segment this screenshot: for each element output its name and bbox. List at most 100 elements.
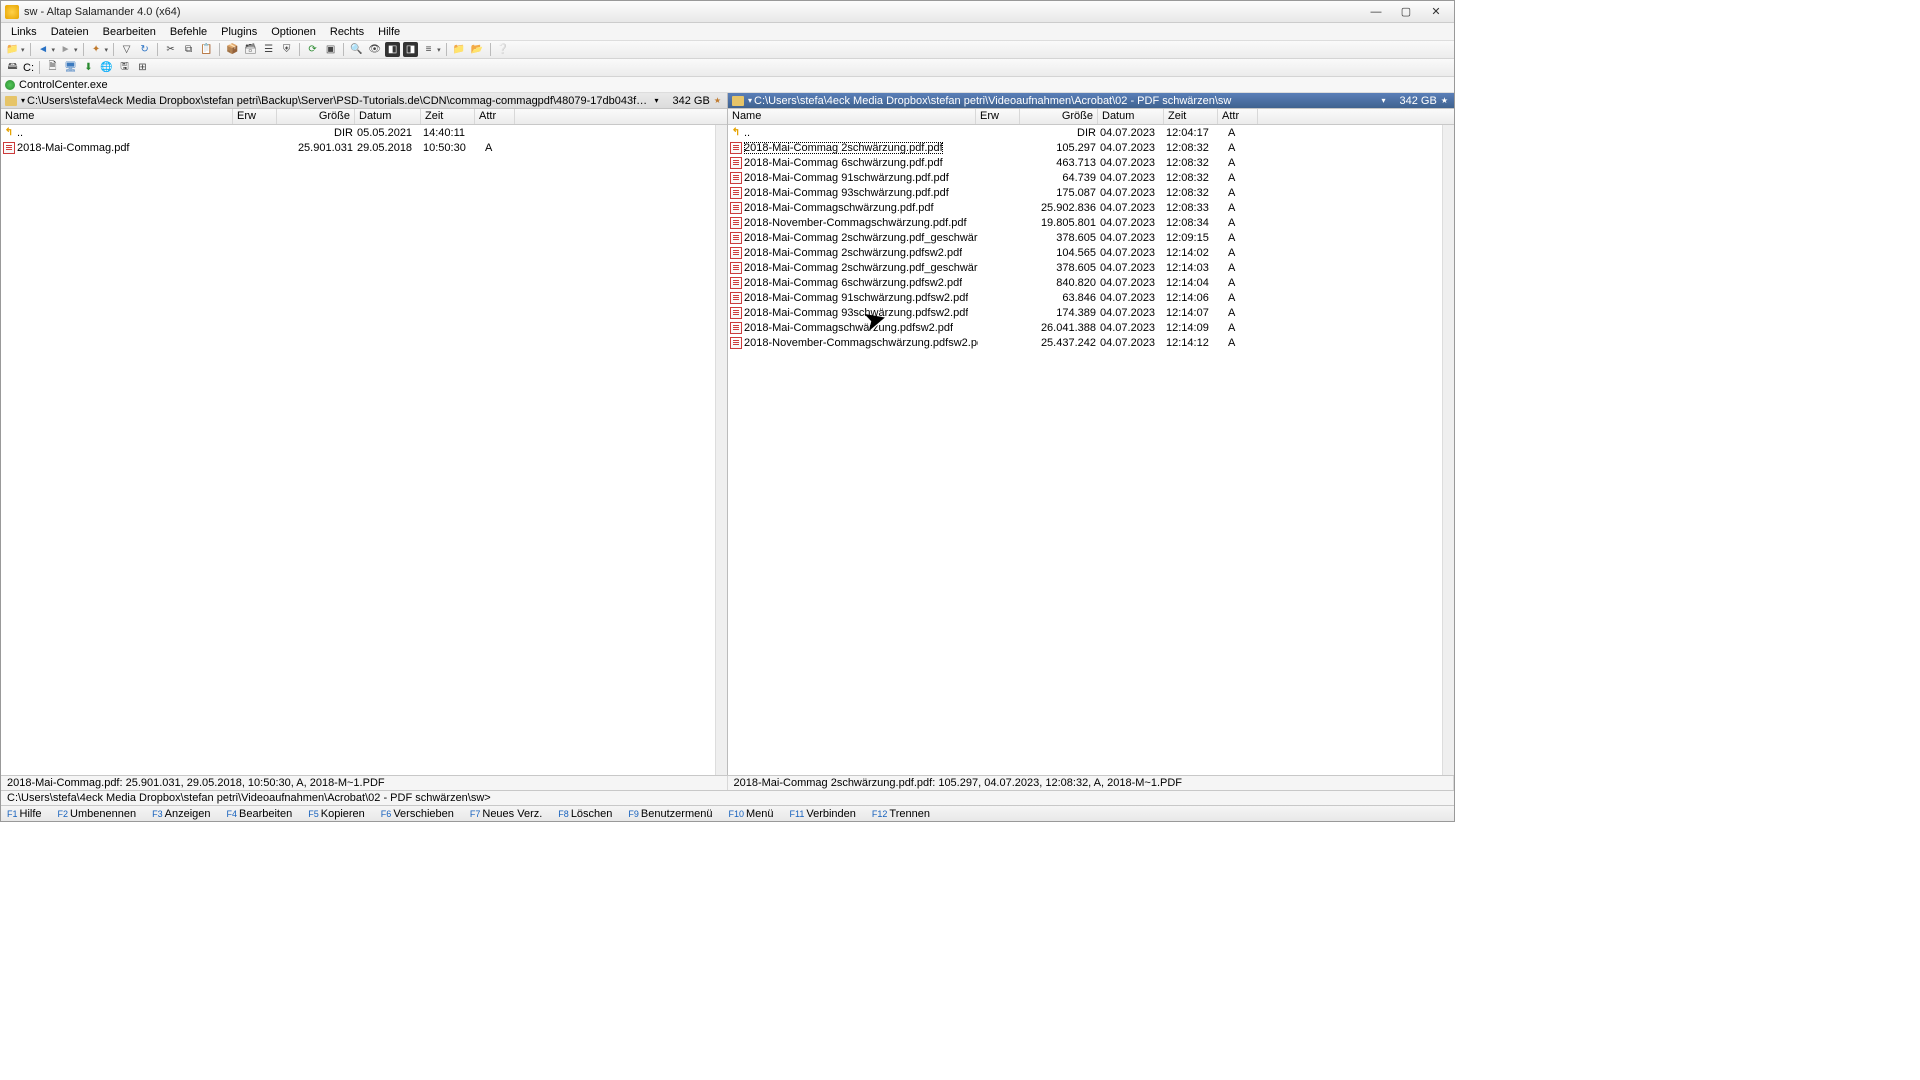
folder2-icon[interactable]: 📁 xyxy=(452,42,467,57)
file-row[interactable]: 2018-Mai-Commagschwärzung.pdf.pdf25.902.… xyxy=(728,200,1442,215)
col-attr[interactable]: Attr xyxy=(1218,109,1258,124)
terminal-icon[interactable]: ▣ xyxy=(323,42,338,57)
file-time: 14:40:11 xyxy=(423,127,477,139)
pack-icon[interactable]: 📦 xyxy=(225,42,240,57)
fkey-label: Anzeigen xyxy=(165,808,211,820)
file-row[interactable]: 2018-Mai-Commag 6schwärzung.pdf.pdf463.7… xyxy=(728,155,1442,170)
fkey-f12[interactable]: F12Trennen xyxy=(872,808,930,820)
documents-icon[interactable]: 🗎 xyxy=(45,60,60,75)
col-size[interactable]: Größe xyxy=(277,109,355,124)
view-icon[interactable]: 👁 xyxy=(367,42,382,57)
list-menu-icon[interactable]: ≡ xyxy=(421,42,436,57)
menu-befehle[interactable]: Befehle xyxy=(164,25,213,39)
drive-c-label[interactable]: C: xyxy=(23,62,34,74)
file-row[interactable]: 2018-Mai-Commag 2schwärzung.pdf_geschwär… xyxy=(728,230,1442,245)
right-path-dropdown[interactable]: ▾ xyxy=(1382,96,1386,105)
refresh-icon[interactable]: ↻ xyxy=(137,42,152,57)
col-ext[interactable]: Erw xyxy=(976,109,1020,124)
titlebar[interactable]: sw - Altap Salamander 4.0 (x64) — ▢ ✕ xyxy=(1,1,1454,23)
app-strip[interactable]: ControlCenter.exe xyxy=(1,77,1454,93)
star-icon[interactable]: ★ xyxy=(1441,96,1448,105)
cut-icon[interactable]: ✂ xyxy=(163,42,178,57)
network-icon[interactable]: 🌐 xyxy=(99,60,114,75)
col-time[interactable]: Zeit xyxy=(421,109,475,124)
file-row[interactable]: 2018-Mai-Commag 2schwärzung.pdf.pdf105.2… xyxy=(728,140,1442,155)
find-icon[interactable]: 🔍 xyxy=(349,42,364,57)
fkey-f10[interactable]: F10Menü xyxy=(728,808,773,820)
fkey-f6[interactable]: F6Verschieben xyxy=(381,808,454,820)
copy-icon[interactable]: ⧉ xyxy=(181,42,196,57)
menu-hilfe[interactable]: Hilfe xyxy=(372,25,406,39)
fkey-f5[interactable]: F5Kopieren xyxy=(308,808,365,820)
sync-icon[interactable]: ⟳ xyxy=(305,42,320,57)
left-file-area[interactable]: ↰..DIR05.05.202114:40:112018-Mai-Commag.… xyxy=(1,125,715,775)
drive-other-icon[interactable]: ⊞ xyxy=(135,60,150,75)
menu-rechts[interactable]: Rechts xyxy=(324,25,370,39)
file-row[interactable]: 2018-Mai-Commag 91schwärzung.pdfsw2.pdf6… xyxy=(728,290,1442,305)
permissions-icon[interactable]: ⛨ xyxy=(279,42,294,57)
file-row[interactable]: 2018-Mai-Commag.pdf25.901.03129.05.20181… xyxy=(1,140,715,155)
file-row[interactable]: 2018-November-Commagschwärzung.pdfsw2.pd… xyxy=(728,335,1442,350)
fkey-f2[interactable]: F2Umbenennen xyxy=(58,808,137,820)
file-row[interactable]: 2018-November-Commagschwärzung.pdf.pdf19… xyxy=(728,215,1442,230)
star-icon[interactable]: ★ xyxy=(714,96,721,105)
left-scrollbar[interactable] xyxy=(715,125,727,775)
fkey-f9[interactable]: F9Benutzermenü xyxy=(628,808,712,820)
chevron-down-icon[interactable]: ▾ xyxy=(21,96,25,105)
compare-light-icon[interactable]: ◨ xyxy=(403,42,418,57)
back-icon[interactable]: ◄ xyxy=(36,42,51,57)
file-row[interactable]: 2018-Mai-Commagschwärzung.pdfsw2.pdf26.0… xyxy=(728,320,1442,335)
col-date[interactable]: Datum xyxy=(1098,109,1164,124)
fkey-f3[interactable]: F3Anzeigen xyxy=(152,808,210,820)
file-row[interactable]: 2018-Mai-Commag 2schwärzung.pdfsw2.pdf10… xyxy=(728,245,1442,260)
menu-links[interactable]: Links xyxy=(5,25,43,39)
col-time[interactable]: Zeit xyxy=(1164,109,1218,124)
file-row[interactable]: 2018-Mai-Commag 93schwärzung.pdfsw2.pdf1… xyxy=(728,305,1442,320)
col-name[interactable]: Name xyxy=(728,109,976,124)
compare-dark-icon[interactable]: ◧ xyxy=(385,42,400,57)
folder-new-icon[interactable]: 📂 xyxy=(470,42,485,57)
fkey-f1[interactable]: F1Hilfe xyxy=(7,808,42,820)
updir-row[interactable]: ↰..DIR05.05.202114:40:11 xyxy=(1,125,715,140)
forward-icon[interactable]: ► xyxy=(58,42,73,57)
fkey-f8[interactable]: F8Löschen xyxy=(558,808,612,820)
menu-dateien[interactable]: Dateien xyxy=(45,25,95,39)
minimize-button[interactable]: — xyxy=(1362,4,1390,20)
hotpath-icon[interactable]: ✦ xyxy=(89,42,104,57)
drive-usb-icon[interactable]: 🖫 xyxy=(117,60,132,75)
col-ext[interactable]: Erw xyxy=(233,109,277,124)
folder-open-icon[interactable]: 📁 xyxy=(5,42,20,57)
close-button[interactable]: ✕ xyxy=(1422,4,1450,20)
updir-row[interactable]: ↰..DIR04.07.202312:04:17A xyxy=(728,125,1442,140)
downloads-icon[interactable]: ⬇ xyxy=(81,60,96,75)
paste-icon[interactable]: 📋 xyxy=(199,42,214,57)
properties-icon[interactable]: ☰ xyxy=(261,42,276,57)
file-row[interactable]: 2018-Mai-Commag 2schwärzung.pdf_geschwär… xyxy=(728,260,1442,275)
col-attr[interactable]: Attr xyxy=(475,109,515,124)
col-date[interactable]: Datum xyxy=(355,109,421,124)
filter-icon[interactable]: ▽ xyxy=(119,42,134,57)
desktop-icon[interactable]: 🖥 xyxy=(63,60,78,75)
unpack-icon[interactable]: 🗃 xyxy=(243,42,258,57)
fkey-f7[interactable]: F7Neues Verz. xyxy=(470,808,542,820)
fkey-f4[interactable]: F4Bearbeiten xyxy=(227,808,293,820)
file-row[interactable]: 2018-Mai-Commag 93schwärzung.pdf.pdf175.… xyxy=(728,185,1442,200)
left-path-dropdown[interactable]: ▾ xyxy=(655,96,659,105)
col-name[interactable]: Name xyxy=(1,109,233,124)
fkey-f11[interactable]: F11Verbinden xyxy=(790,808,856,820)
left-pathbar[interactable]: ▾ C:\Users\stefa\4eck Media Dropbox\stef… xyxy=(1,93,727,109)
file-row[interactable]: 2018-Mai-Commag 6schwärzung.pdfsw2.pdf84… xyxy=(728,275,1442,290)
help-icon[interactable]: ❔ xyxy=(496,42,511,57)
menu-plugins[interactable]: Plugins xyxy=(215,25,263,39)
file-row[interactable]: 2018-Mai-Commag 91schwärzung.pdf.pdf64.7… xyxy=(728,170,1442,185)
chevron-down-icon[interactable]: ▾ xyxy=(748,96,752,105)
right-file-area[interactable]: ↰..DIR04.07.202312:04:17A2018-Mai-Commag… xyxy=(728,125,1442,775)
maximize-button[interactable]: ▢ xyxy=(1392,4,1420,20)
col-size[interactable]: Größe xyxy=(1020,109,1098,124)
menu-optionen[interactable]: Optionen xyxy=(265,25,322,39)
right-pathbar[interactable]: ▾ C:\Users\stefa\4eck Media Dropbox\stef… xyxy=(728,93,1454,109)
drive-c-icon[interactable]: 🖴 xyxy=(5,60,20,75)
menu-bearbeiten[interactable]: Bearbeiten xyxy=(97,25,162,39)
command-line[interactable]: C:\Users\stefa\4eck Media Dropbox\stefan… xyxy=(1,790,1454,805)
right-scrollbar[interactable] xyxy=(1442,125,1454,775)
